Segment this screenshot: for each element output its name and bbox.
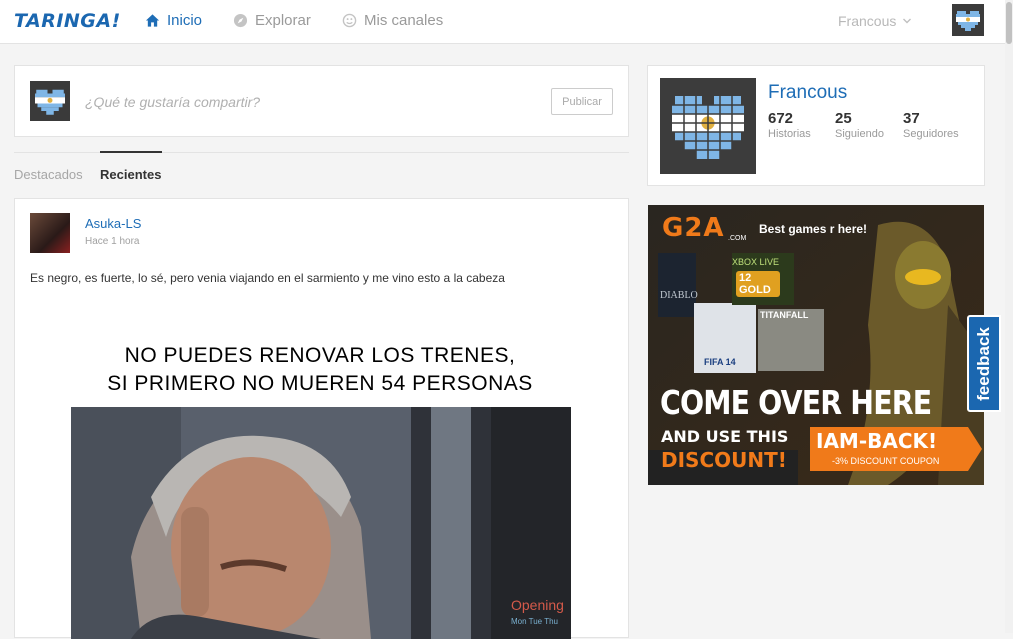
argentina-heart-icon <box>672 96 744 159</box>
post-time: Hace 1 hora <box>85 236 140 247</box>
compass-icon <box>233 13 248 28</box>
nav-inicio-label: Inicio <box>167 12 203 29</box>
stat-siguiendo-value: 25 <box>835 110 852 127</box>
meme-line-2: SI PRIMERO NO MUEREN 54 PERSONAS <box>107 372 533 395</box>
ad-coupon: IAM-BACK! <box>816 429 938 453</box>
home-icon <box>145 14 160 27</box>
meme-sign-text-2: Mon Tue Thu <box>511 617 558 626</box>
stat-historias-label: Historias <box>768 128 811 140</box>
meme-line-1: NO PUEDES RENOVAR LOS TRENES, <box>124 344 516 367</box>
stat-historias-value: 672 <box>768 110 794 127</box>
meme-caption: NO PUEDES RENOVAR LOS TRENES, SI PRIMERO… <box>55 342 585 398</box>
active-tab-indicator <box>100 151 162 153</box>
compose-input[interactable]: ¿Qué te gustaría compartir? <box>85 94 260 110</box>
profile-name[interactable]: Francous <box>768 82 847 104</box>
compose-box: ¿Qué te gustaría compartir? Publicar <box>14 65 629 137</box>
meme-photo <box>71 407 571 639</box>
argentina-heart-icon <box>35 89 65 115</box>
user-menu[interactable]: Francous <box>838 13 912 29</box>
ad-game-3: TITANFALL <box>760 310 809 320</box>
post-card: Asuka-LS Hace 1 hora Es negro, es fuerte… <box>14 198 629 639</box>
ad-game-1: DIABLO <box>660 290 698 301</box>
nav-mis-canales[interactable]: Mis canales <box>342 12 443 29</box>
taringa-logo[interactable]: TARINGA! <box>14 10 121 32</box>
page-scrollbar[interactable] <box>1005 0 1013 633</box>
ad-xbox-line1: XBOX LIVE <box>732 257 780 267</box>
stat-seguidores-value: 37 <box>903 110 920 127</box>
nav-inicio[interactable]: Inicio <box>145 12 202 29</box>
user-menu-name: Francous <box>838 13 897 29</box>
ad-game-2: FIFA 14 <box>704 357 736 367</box>
tab-destacados[interactable]: Destacados <box>14 167 83 182</box>
top-navbar: TARINGA! Inicio Explorar Mis canales Fra… <box>0 0 1005 44</box>
ad-banner[interactable]: G2A .COM Best games r here! DIABLO XBOX … <box>648 205 984 485</box>
ad-xbox-gold: 12 GOLD <box>736 271 780 297</box>
ad-xbox-line2: GOLD <box>739 284 771 296</box>
post-text: Es negro, es fuerte, lo sé, pero venia v… <box>30 271 505 285</box>
publish-button[interactable]: Publicar <box>551 88 613 115</box>
ad-brand: G2A <box>662 213 725 243</box>
stat-siguiendo[interactable]: 25 Siguiendo <box>835 110 884 140</box>
stat-seguidores-label: Seguidores <box>903 128 959 140</box>
stat-seguidores[interactable]: 37 Seguidores <box>903 110 959 140</box>
scrollbar-thumb[interactable] <box>1006 2 1012 44</box>
ad-xbox-months: 12 <box>739 272 752 284</box>
ad-headline: COME OVER HERE <box>660 383 932 422</box>
tab-recientes[interactable]: Recientes <box>100 167 161 182</box>
compose-avatar <box>30 81 70 121</box>
nav-explorar-label: Explorar <box>255 12 311 29</box>
ad-tagline: Best games r here! <box>759 222 868 236</box>
nav-mis-canales-label: Mis canales <box>364 12 444 29</box>
argentina-heart-icon <box>956 11 980 31</box>
stat-siguiendo-label: Siguiendo <box>835 128 884 140</box>
feedback-button[interactable]: feedback <box>967 315 1001 412</box>
ad-brand-sub: .COM <box>728 235 747 242</box>
meme-image[interactable]: Opening Mon Tue Thu <box>71 407 571 639</box>
post-author-avatar[interactable] <box>30 213 70 253</box>
profile-avatar[interactable] <box>660 78 756 174</box>
post-author[interactable]: Asuka-LS <box>85 216 141 231</box>
ad-sub-2: DISCOUNT! <box>661 448 787 472</box>
ad-coupon-sub: -3% DISCOUNT COUPON <box>832 456 940 466</box>
nav-explorar[interactable]: Explorar <box>233 12 311 29</box>
profile-card: Francous 672 Historias 25 Siguiendo 37 S… <box>647 65 985 186</box>
meme-sign-text: Opening <box>511 597 564 613</box>
smiley-icon <box>342 13 357 28</box>
ad-sub-1: AND USE THIS <box>661 427 789 446</box>
feedback-label: feedback <box>974 326 994 401</box>
stat-historias[interactable]: 672 Historias <box>768 110 811 140</box>
chevron-down-icon <box>903 18 912 24</box>
avatar[interactable] <box>952 4 984 36</box>
